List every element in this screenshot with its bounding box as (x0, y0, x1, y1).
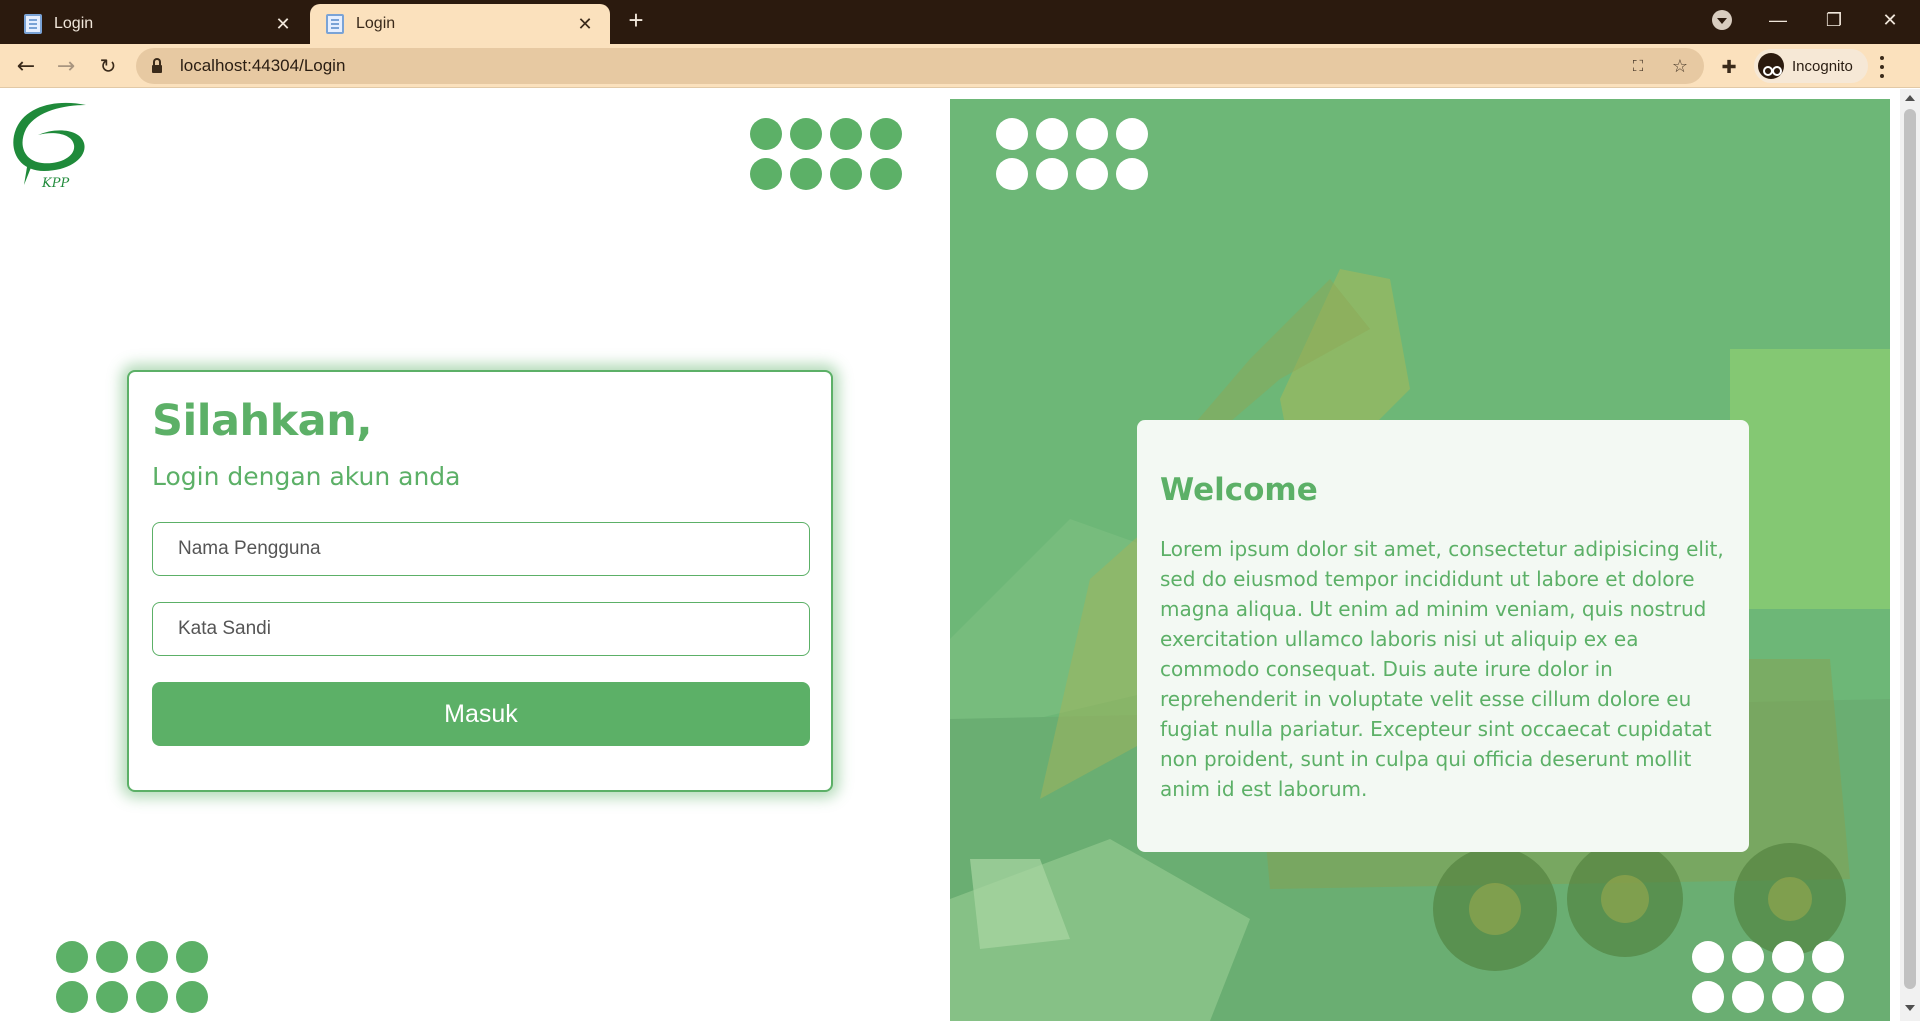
scroll-down-icon[interactable] (1905, 1005, 1915, 1011)
browser-tab-strip: Login ✕ Login ✕ + — ❐ ✕ (0, 0, 1920, 44)
login-card: Silahkan, Login dengan akun anda Masuk (127, 370, 833, 792)
browser-toolbar: ← → ↻ localhost:44304/Login ⛶ ☆ ✚ Incogn… (0, 44, 1920, 88)
tab-title: Login (54, 15, 94, 32)
scroll-up-icon[interactable] (1905, 95, 1915, 101)
decorative-dots-hero-bottom (1692, 941, 1844, 1013)
reload-icon[interactable]: ↻ (92, 50, 124, 82)
page-favicon-icon (24, 14, 42, 34)
restore-button[interactable]: ❐ (1814, 4, 1854, 36)
back-arrow-icon[interactable]: ← (10, 50, 42, 82)
hero-panel: Welcome Lorem ipsum dolor sit amet, cons… (950, 99, 1890, 1021)
welcome-body: Lorem ipsum dolor sit amet, consectetur … (1160, 537, 1724, 801)
forward-arrow-icon[interactable]: → (50, 50, 82, 82)
close-tab-icon[interactable]: ✕ (272, 13, 294, 35)
scroll-thumb[interactable] (1904, 109, 1916, 989)
login-subheading: Login dengan akun anda (152, 462, 461, 491)
company-logo: KPP (13, 102, 87, 191)
translate-icon[interactable]: ⛶ (1626, 54, 1650, 78)
address-bar[interactable]: localhost:44304/Login ⛶ ☆ (136, 48, 1704, 84)
extensions-icon[interactable]: ✚ (1718, 56, 1740, 78)
decorative-dots-bottom (56, 941, 208, 1013)
incognito-icon (1758, 53, 1784, 79)
tab-title: Login (356, 15, 396, 32)
close-tab-icon[interactable]: ✕ (574, 13, 596, 35)
page-favicon-icon (326, 14, 344, 34)
tab-search-icon[interactable] (1712, 10, 1732, 30)
new-tab-button[interactable]: + (622, 5, 650, 35)
kebab-menu-icon[interactable] (1878, 56, 1886, 78)
password-input[interactable] (152, 602, 810, 656)
page-viewport: KPP Silahkan, Login dengan akun anda Mas… (0, 89, 1900, 1021)
welcome-card: Welcome Lorem ipsum dolor sit amet, cons… (1137, 420, 1749, 852)
close-window-button[interactable]: ✕ (1870, 4, 1910, 36)
lock-icon[interactable] (152, 57, 162, 73)
decorative-dots-hero-top (996, 118, 1148, 190)
login-button[interactable]: Masuk (152, 682, 810, 746)
login-heading: Silahkan, (152, 396, 373, 446)
logo-text: KPP (41, 176, 69, 191)
browser-tab-2[interactable]: Login ✕ (310, 4, 610, 44)
page-scrollbar[interactable] (1900, 89, 1920, 1021)
username-input[interactable] (152, 522, 810, 576)
profile-label: Incognito (1792, 57, 1853, 75)
decorative-dots-top (750, 118, 902, 190)
star-icon[interactable]: ☆ (1668, 54, 1692, 78)
welcome-title: Welcome (1160, 472, 1318, 508)
url-text[interactable]: localhost:44304/Login (180, 56, 345, 76)
browser-tab-1[interactable]: Login ✕ (0, 4, 308, 44)
minimize-button[interactable]: — (1758, 4, 1798, 36)
incognito-profile-button[interactable]: Incognito (1754, 49, 1868, 83)
